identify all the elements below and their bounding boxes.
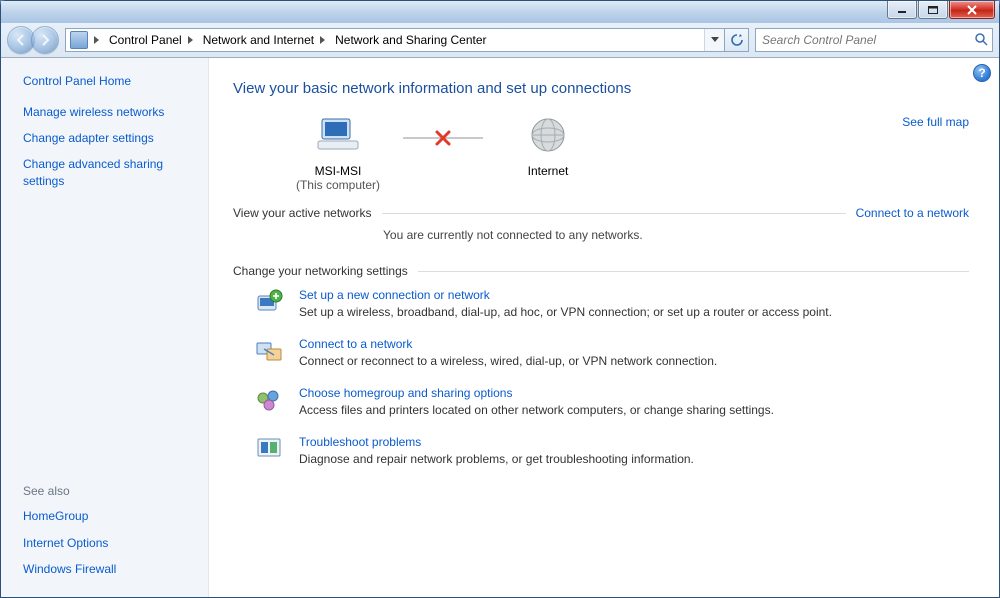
search-icon [974, 32, 988, 49]
setting-title[interactable]: Troubleshoot problems [299, 435, 421, 449]
homegroup-icon [255, 386, 283, 414]
window-frame: Control Panel Network and Internet Netwo… [0, 0, 1000, 598]
setting-title[interactable]: Choose homegroup and sharing options [299, 386, 512, 400]
location-icon [70, 31, 88, 49]
maximize-button[interactable] [918, 1, 948, 19]
setting-setup-connection[interactable]: Set up a new connection or network Set u… [255, 288, 969, 319]
help-icon[interactable]: ? [973, 64, 991, 82]
control-panel-home-link[interactable]: Control Panel Home [23, 74, 198, 88]
address-bar[interactable]: Control Panel Network and Internet Netwo… [65, 28, 749, 52]
active-networks-header: View your active networks Connect to a n… [233, 206, 969, 220]
setting-desc: Diagnose and repair network problems, or… [299, 452, 694, 466]
not-connected-text: You are currently not connected to any n… [383, 228, 969, 242]
titlebar [1, 1, 999, 23]
change-settings-header: Change your networking settings [233, 264, 969, 278]
setting-troubleshoot[interactable]: Troubleshoot problems Diagnose and repai… [255, 435, 969, 466]
settings-list: Set up a new connection or network Set u… [233, 288, 969, 466]
setting-title[interactable]: Set up a new connection or network [299, 288, 490, 302]
nav-toolbar: Control Panel Network and Internet Netwo… [1, 23, 999, 58]
chevron-right-icon [320, 36, 325, 44]
map-node-internet: Internet [483, 115, 613, 178]
page-title: View your basic network information and … [233, 80, 969, 97]
sidebar-item-advanced-sharing[interactable]: Change advanced sharing settings [23, 156, 198, 188]
setting-desc: Access files and printers located on oth… [299, 403, 774, 417]
forward-button[interactable] [31, 26, 59, 54]
map-node-this-computer: MSI-MSI (This computer) [273, 115, 403, 192]
breadcrumb[interactable]: Control Panel [101, 29, 188, 51]
sidebar-item-wireless[interactable]: Manage wireless networks [23, 104, 198, 120]
sidebar-seealso-internet-options[interactable]: Internet Options [23, 535, 198, 551]
chevron-right-icon [188, 36, 193, 44]
close-button[interactable] [949, 1, 995, 19]
connect-network-icon [255, 337, 283, 365]
setup-connection-icon [255, 288, 283, 316]
setting-connect-network[interactable]: Connect to a network Connect or reconnec… [255, 337, 969, 368]
sidebar-seealso-firewall[interactable]: Windows Firewall [23, 561, 198, 577]
computer-sub: (This computer) [296, 178, 380, 192]
see-full-map-link[interactable]: See full map [902, 115, 969, 129]
setting-homegroup[interactable]: Choose homegroup and sharing options Acc… [255, 386, 969, 417]
connection-failed-icon [434, 129, 452, 147]
computer-icon [316, 115, 360, 158]
chevron-right-icon [94, 36, 99, 44]
search-input[interactable]: Search Control Panel [755, 28, 993, 52]
setting-desc: Connect or reconnect to a wireless, wire… [299, 354, 717, 368]
breadcrumb[interactable]: Network and Sharing Center [327, 29, 492, 51]
address-dropdown-button[interactable] [704, 29, 724, 51]
internet-label: Internet [528, 164, 569, 178]
map-connector [403, 137, 483, 139]
sidebar-seealso-homegroup[interactable]: HomeGroup [23, 508, 198, 524]
sidebar: Control Panel Home Manage wireless netwo… [1, 58, 209, 597]
globe-icon [528, 115, 568, 158]
setting-desc: Set up a wireless, broadband, dial-up, a… [299, 305, 832, 319]
section-label: View your active networks [233, 206, 372, 220]
connect-network-link[interactable]: Connect to a network [856, 206, 969, 220]
section-label: Change your networking settings [233, 264, 408, 278]
network-map: MSI-MSI (This computer) [233, 115, 969, 192]
troubleshoot-icon [255, 435, 283, 463]
setting-title[interactable]: Connect to a network [299, 337, 412, 351]
minimize-button[interactable] [887, 1, 917, 19]
main-panel: ? View your basic network information an… [209, 58, 999, 597]
content-area: Control Panel Home Manage wireless netwo… [1, 58, 999, 597]
sidebar-item-adapter[interactable]: Change adapter settings [23, 130, 198, 146]
refresh-button[interactable] [724, 29, 748, 51]
breadcrumb[interactable]: Network and Internet [195, 29, 320, 51]
see-also-label: See also [23, 484, 198, 498]
search-placeholder: Search Control Panel [762, 33, 974, 47]
computer-name: MSI-MSI [315, 164, 362, 178]
